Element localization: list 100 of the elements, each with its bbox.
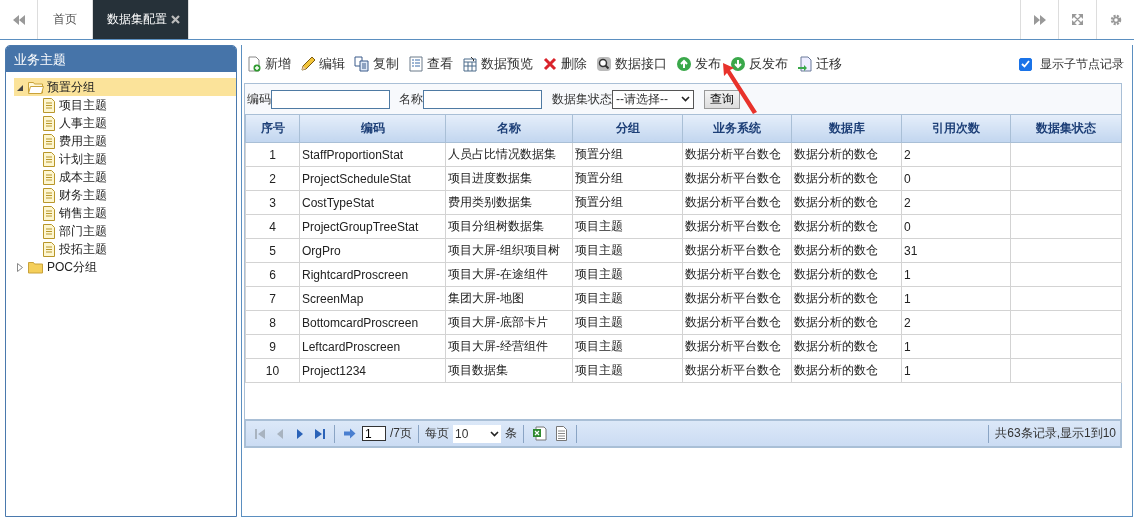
- document-icon: [42, 223, 56, 239]
- table-cell: 2: [901, 190, 1011, 215]
- tree-node[interactable]: 投拓主题: [14, 240, 236, 258]
- column-header[interactable]: 数据集状态: [1010, 115, 1122, 143]
- document-icon: [42, 151, 56, 167]
- toolbar-button[interactable]: 复制: [354, 55, 399, 73]
- table-cell: 项目主题: [572, 286, 683, 311]
- table-cell: 项目大屏-在途组件: [445, 262, 573, 287]
- column-header[interactable]: 业务系统: [682, 115, 792, 143]
- chevron-down-icon: [490, 430, 499, 437]
- expanded-triangle-icon[interactable]: [16, 83, 24, 91]
- table-cell: 数据分析平台数仓: [682, 358, 792, 383]
- status-select[interactable]: --请选择--: [612, 89, 694, 109]
- table-cell: 预置分组: [572, 142, 683, 167]
- column-header[interactable]: 编码: [299, 115, 446, 143]
- table-cell: 项目大屏-经营组件: [445, 334, 573, 359]
- go-to-page-button[interactable]: [341, 428, 358, 439]
- collapsed-triangle-icon[interactable]: [17, 262, 23, 272]
- column-header[interactable]: 分组: [572, 115, 683, 143]
- table-cell: 数据分析平台数仓: [682, 238, 792, 263]
- toolbar-button[interactable]: 迁移: [797, 55, 842, 73]
- table-cell: 数据分析平台数仓: [682, 334, 792, 359]
- close-icon[interactable]: [171, 15, 180, 24]
- column-header[interactable]: 序号: [245, 115, 300, 143]
- double-right-arrow-icon: [1033, 14, 1046, 25]
- table-cell: 项目主题: [572, 214, 683, 239]
- expand-icon: [1072, 14, 1083, 25]
- toolbar-button[interactable]: 删除: [542, 55, 587, 73]
- table-cell: 8: [245, 310, 300, 335]
- document-icon: [42, 187, 56, 203]
- page-count: /7页: [390, 425, 412, 442]
- page-input[interactable]: 1: [362, 426, 386, 441]
- toolbar-button[interactable]: 编辑: [300, 55, 345, 73]
- table-cell: 数据分析的数仓: [791, 358, 902, 383]
- toolbar-button[interactable]: 发布: [676, 55, 721, 73]
- toolbar-button[interactable]: 数据接口: [596, 55, 667, 73]
- tree-node[interactable]: 部门主题: [14, 222, 236, 240]
- export-excel-button[interactable]: [530, 426, 549, 441]
- tab[interactable]: 数据集配置: [93, 0, 189, 39]
- input-field[interactable]: [423, 89, 542, 109]
- settings-icon: [1109, 13, 1122, 26]
- column-header[interactable]: 数据库: [791, 115, 902, 143]
- tree-node[interactable]: POC分组: [14, 258, 236, 276]
- input-field[interactable]: [271, 89, 390, 109]
- tree-node[interactable]: 人事主题: [14, 114, 236, 132]
- tree-node[interactable]: 费用主题: [14, 132, 236, 150]
- copy-icon: [354, 56, 370, 72]
- document-icon: [42, 169, 56, 185]
- table-cell: BottomcardProscreen: [299, 310, 446, 335]
- table-cell: 2: [901, 142, 1011, 167]
- checkbox[interactable]: [1019, 57, 1032, 71]
- page-size-select[interactable]: 10: [453, 424, 501, 443]
- toolbar-button[interactable]: 数据预览: [462, 55, 533, 73]
- field-label: 名称: [399, 90, 423, 108]
- tree-node[interactable]: 预置分组: [14, 78, 236, 96]
- delete-icon: [542, 56, 558, 72]
- query-button[interactable]: 查询: [704, 89, 740, 109]
- table-cell: 项目主题: [572, 238, 683, 263]
- table-cell: 数据分析平台数仓: [682, 310, 792, 335]
- table-cell: 10: [245, 358, 300, 383]
- table-cell: 1: [901, 358, 1011, 383]
- table-cell: 数据分析的数仓: [791, 190, 902, 215]
- table-cell: 1: [901, 262, 1011, 287]
- unit-label: 条: [505, 425, 517, 442]
- tree-node[interactable]: 计划主题: [14, 150, 236, 168]
- export-text-button[interactable]: [553, 426, 570, 441]
- tree-node[interactable]: 项目主题: [14, 96, 236, 114]
- table-cell: 项目主题: [572, 262, 683, 287]
- column-header[interactable]: 引用次数: [901, 115, 1011, 143]
- table-cell: ProjectScheduleStat: [299, 166, 446, 191]
- table-cell: 数据分析的数仓: [791, 214, 902, 239]
- record-summary: 共63条记录,显示1到10: [995, 425, 1116, 442]
- table-cell: CostTypeStat: [299, 190, 446, 215]
- last-page-icon: [314, 427, 326, 440]
- open-folder-icon: [28, 80, 44, 94]
- table-cell: 项目数据集: [445, 358, 573, 383]
- pencil-icon: [300, 56, 316, 72]
- table-cell: 数据分析的数仓: [791, 238, 902, 263]
- table-cell: 数据分析平台数仓: [682, 286, 792, 311]
- table-cell: 9: [245, 334, 300, 359]
- double-left-arrow-icon: [12, 14, 25, 25]
- column-header[interactable]: 名称: [445, 115, 573, 143]
- table-cell: 0: [901, 214, 1011, 239]
- new-document-icon: [246, 56, 262, 72]
- folder-icon: [28, 260, 44, 274]
- toolbar-button[interactable]: 新增: [246, 55, 291, 73]
- table-cell: RightcardProscreen: [299, 262, 446, 287]
- table-cell: 数据分析的数仓: [791, 286, 902, 311]
- table-cell: 项目大屏-底部卡片: [445, 310, 573, 335]
- tree-node[interactable]: 销售主题: [14, 204, 236, 222]
- tree-node[interactable]: 成本主题: [14, 168, 236, 186]
- table-cell: 数据分析的数仓: [791, 334, 902, 359]
- table-cell: 6: [245, 262, 300, 287]
- table-cell: 7: [245, 286, 300, 311]
- table-cell: 0: [901, 166, 1011, 191]
- tree-node[interactable]: 财务主题: [14, 186, 236, 204]
- table-cell: 数据分析平台数仓: [682, 214, 792, 239]
- last-page-button[interactable]: [312, 427, 328, 440]
- toolbar-button[interactable]: 查看: [408, 55, 453, 73]
- toolbar-button[interactable]: 反发布: [730, 55, 788, 73]
